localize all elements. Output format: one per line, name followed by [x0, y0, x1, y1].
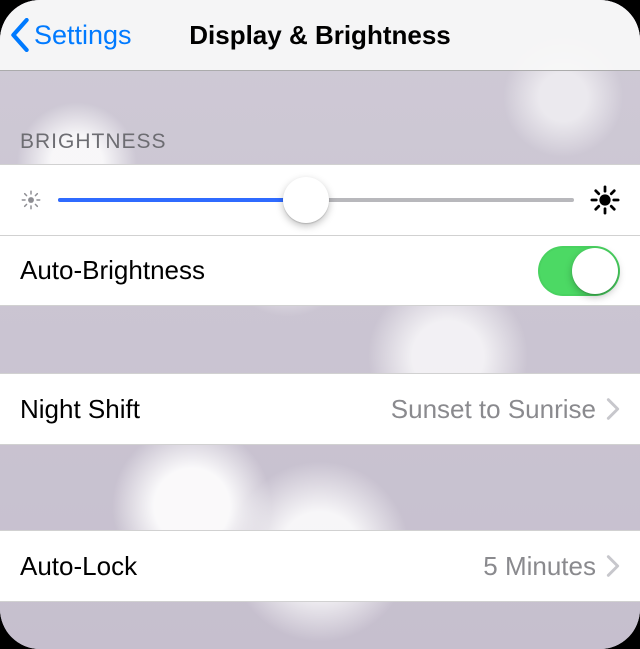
brightness-high-icon — [590, 185, 620, 215]
night-shift-row[interactable]: Night Shift Sunset to Sunrise — [0, 373, 640, 445]
navigation-bar: Settings Display & Brightness — [0, 0, 640, 71]
back-label: Settings — [34, 20, 132, 51]
brightness-slider-row — [0, 164, 640, 236]
chevron-right-icon — [606, 554, 620, 578]
brightness-slider[interactable] — [58, 198, 574, 202]
auto-brightness-toggle[interactable] — [538, 246, 620, 296]
brightness-low-icon — [20, 189, 42, 211]
back-button[interactable]: Settings — [10, 18, 132, 52]
slider-thumb[interactable] — [283, 177, 329, 223]
chevron-left-icon — [10, 18, 30, 52]
brightness-section-header: Brightness — [0, 71, 640, 164]
auto-lock-label: Auto-Lock — [20, 551, 137, 582]
chevron-right-icon — [606, 397, 620, 421]
auto-brightness-row: Auto-Brightness — [0, 235, 640, 306]
night-shift-detail: Sunset to Sunrise — [140, 394, 596, 425]
auto-lock-detail: 5 Minutes — [137, 551, 596, 582]
auto-brightness-label: Auto-Brightness — [20, 255, 205, 286]
night-shift-label: Night Shift — [20, 394, 140, 425]
auto-lock-row[interactable]: Auto-Lock 5 Minutes — [0, 530, 640, 602]
